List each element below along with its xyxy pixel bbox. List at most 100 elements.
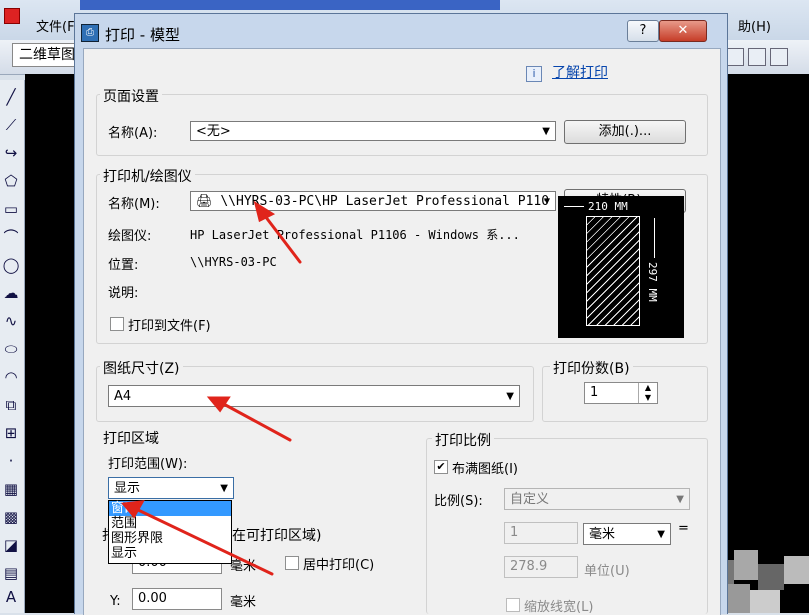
dialog-title: 打印 - 模型 bbox=[105, 26, 180, 44]
polyline-icon[interactable]: ↪ bbox=[2, 144, 20, 162]
offset-title: 在可打印区域) bbox=[232, 528, 322, 544]
polygon-icon[interactable]: ⬠ bbox=[2, 172, 20, 190]
tool-icon[interactable] bbox=[748, 48, 766, 66]
printer-value: \\HYRS-03-PC\HP LaserJet Professional P1… bbox=[220, 194, 550, 209]
page-setup-name-label: 名称(A): bbox=[108, 126, 158, 141]
info-icon: i bbox=[526, 66, 542, 82]
option-display[interactable]: 显示 bbox=[109, 546, 231, 561]
plot-range-label: 打印范围(W): bbox=[108, 457, 188, 472]
help-button[interactable]: ? bbox=[627, 20, 659, 42]
circle-icon[interactable]: ◯ bbox=[2, 256, 20, 274]
printer-select[interactable]: 🖨 \\HYRS-03-PC\HP LaserJet Professional … bbox=[190, 191, 556, 211]
app-logo-icon bbox=[4, 8, 20, 24]
spline-icon[interactable]: ∿ bbox=[2, 312, 20, 330]
plot-range-value: 显示 bbox=[114, 481, 141, 496]
arc-icon[interactable]: ⌒ bbox=[2, 228, 20, 246]
plotter-label: 绘图仪: bbox=[108, 229, 152, 244]
fit-to-paper-label: 布满图纸(I) bbox=[452, 462, 518, 477]
hatch-icon[interactable]: ▦ bbox=[2, 480, 20, 498]
table-icon[interactable]: ▤ bbox=[2, 564, 20, 582]
chevron-down-icon: ▼ bbox=[676, 494, 684, 505]
revcloud-icon[interactable]: ☁ bbox=[2, 284, 20, 302]
chevron-down-icon: ▼ bbox=[506, 391, 514, 402]
page-setup-select[interactable]: <无> ▼ bbox=[190, 121, 556, 141]
point-icon[interactable]: · bbox=[2, 452, 20, 470]
copies-value: 1 bbox=[590, 385, 599, 400]
menu-help[interactable]: 助(H) bbox=[738, 16, 771, 35]
ellipse-icon[interactable]: ⬭ bbox=[2, 340, 20, 358]
right-toolbar bbox=[724, 46, 809, 68]
close-button[interactable]: ✕ bbox=[659, 20, 707, 42]
app-title-strip bbox=[80, 0, 500, 10]
scale-num-input[interactable]: 1 bbox=[504, 522, 578, 544]
print-to-file-label: 打印到文件(F) bbox=[128, 319, 211, 334]
fit-to-paper-checkbox[interactable]: ✔ bbox=[434, 460, 448, 474]
scale-num-value: 1 bbox=[510, 525, 519, 540]
plotter-value: HP LaserJet Professional P1106 - Windows… bbox=[190, 228, 520, 242]
paper-size-value: A4 bbox=[114, 389, 132, 404]
make-block-icon[interactable]: ⊞ bbox=[2, 424, 20, 442]
printer-icon: 🖨 bbox=[196, 194, 213, 209]
scale-select[interactable]: 自定义 ▼ bbox=[504, 488, 690, 510]
scale-lineweights-label: 缩放线宽(L) bbox=[524, 600, 594, 615]
plot-icon: ⎙ bbox=[81, 24, 99, 42]
tool-icon[interactable] bbox=[726, 48, 744, 66]
add-page-setup-button[interactable]: 添加(.)... bbox=[564, 120, 686, 144]
paper-size-select[interactable]: A4 ▼ bbox=[108, 385, 520, 407]
gradient-icon[interactable]: ▩ bbox=[2, 508, 20, 526]
plot-scale-title: 打印比例 bbox=[432, 430, 494, 450]
ellipse-arc-icon[interactable]: ◠ bbox=[2, 368, 20, 386]
paper-preview: 210 MM 297 MM bbox=[558, 196, 684, 338]
paper-preview-sheet bbox=[586, 216, 640, 326]
scale-lineweights-checkbox[interactable] bbox=[506, 598, 520, 612]
location-label: 位置: bbox=[108, 258, 139, 273]
menu-file[interactable]: 文件(F bbox=[36, 16, 75, 35]
scale-units-label: 单位(U) bbox=[584, 564, 630, 579]
scale-value: 自定义 bbox=[510, 492, 550, 507]
preview-width: 210 MM bbox=[588, 200, 628, 213]
region-icon[interactable]: ◪ bbox=[2, 536, 20, 554]
offset-y-label: Y: bbox=[110, 594, 121, 609]
spin-down-icon[interactable]: ▼ bbox=[638, 393, 657, 403]
scale-unit-value: 毫米 bbox=[589, 527, 616, 542]
copies-title: 打印份数(B) bbox=[550, 358, 633, 378]
printer-title: 打印机/绘图仪 bbox=[100, 166, 195, 186]
offset-y-input[interactable]: 0.00 bbox=[132, 588, 222, 610]
equals-sign: = bbox=[678, 521, 689, 536]
page-setup-title: 页面设置 bbox=[100, 86, 162, 106]
scale-unit-select[interactable]: 毫米 ▼ bbox=[583, 523, 671, 545]
drawing-canvas-right[interactable] bbox=[722, 74, 809, 613]
location-value: \\HYRS-03-PC bbox=[190, 255, 277, 269]
offset-y-value: 0.00 bbox=[138, 591, 167, 606]
mtext-icon[interactable]: A bbox=[2, 588, 20, 606]
offset-y-unit: 毫米 bbox=[230, 595, 257, 610]
printer-name-label: 名称(M): bbox=[108, 197, 160, 212]
xline-icon[interactable]: ⟋ bbox=[2, 116, 20, 134]
scale-units-value: 278.9 bbox=[510, 559, 548, 574]
chevron-down-icon: ▼ bbox=[542, 126, 550, 137]
print-to-file-checkbox[interactable] bbox=[110, 317, 124, 331]
tool-icon[interactable] bbox=[770, 48, 788, 66]
preview-dim-line bbox=[654, 218, 655, 258]
option-extents[interactable]: 范围 bbox=[109, 516, 231, 531]
rectangle-icon[interactable]: ▭ bbox=[2, 200, 20, 218]
preview-height: 297 MM bbox=[646, 262, 659, 302]
chevron-down-icon: ▼ bbox=[657, 529, 665, 540]
option-window[interactable]: 窗口 bbox=[109, 501, 231, 516]
learn-printing-link[interactable]: 了解打印 bbox=[552, 62, 608, 82]
center-plot-checkbox[interactable] bbox=[285, 556, 299, 570]
offset-x-unit: 毫米 bbox=[230, 559, 257, 574]
chevron-down-icon: ▼ bbox=[543, 196, 550, 207]
plot-range-dropdown: 窗口 范围 图形界限 显示 bbox=[108, 500, 232, 564]
spin-up-icon[interactable]: ▲ bbox=[638, 383, 657, 393]
scale-label: 比例(S): bbox=[434, 494, 483, 509]
plot-area-title: 打印区域 bbox=[100, 428, 162, 448]
option-limits[interactable]: 图形界限 bbox=[109, 531, 231, 546]
scale-units-input[interactable]: 278.9 bbox=[504, 556, 578, 578]
preview-dim-line bbox=[564, 206, 584, 207]
page-setup-value: <无> bbox=[196, 124, 231, 139]
insert-block-icon[interactable]: ⧉ bbox=[2, 396, 20, 414]
paper-size-title: 图纸尺寸(Z) bbox=[100, 358, 183, 378]
line-icon[interactable]: ╱ bbox=[2, 88, 20, 106]
plot-range-select[interactable]: 显示 ▼ bbox=[108, 477, 234, 499]
